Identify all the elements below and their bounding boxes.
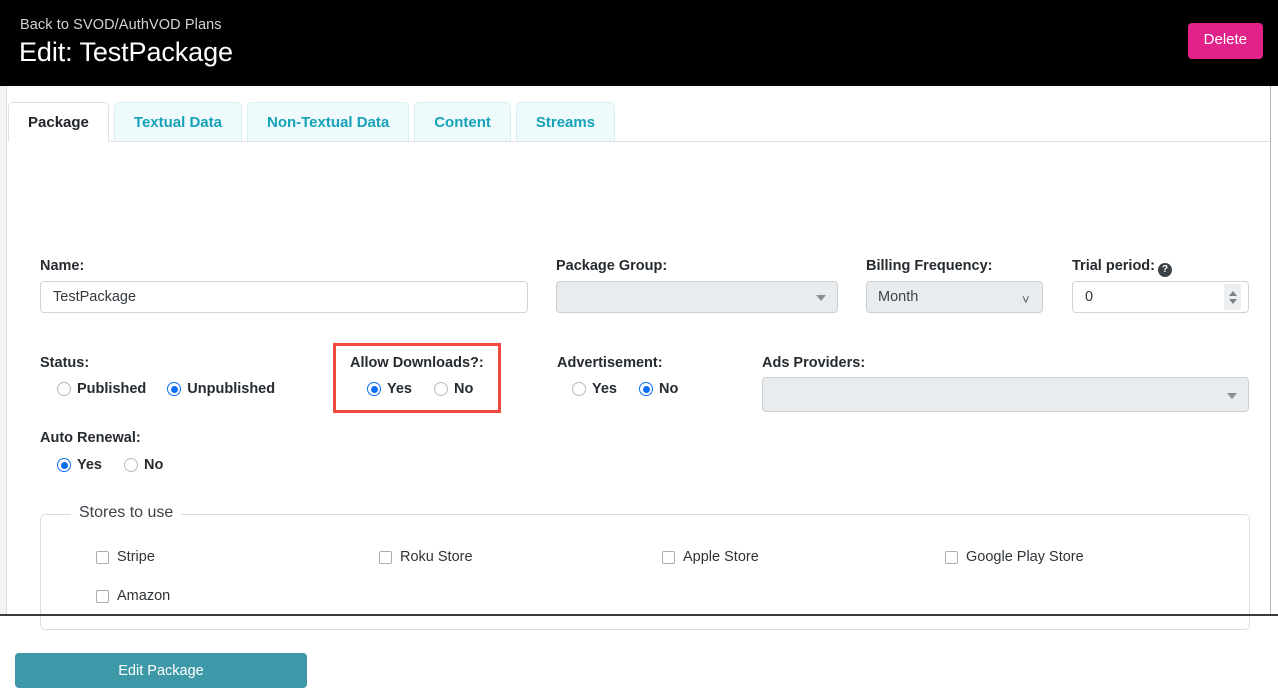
radio-icon[interactable] (434, 382, 448, 396)
status-option-unpublished[interactable]: Unpublished (167, 381, 275, 397)
store-checkbox-amazon[interactable]: Amazon (96, 588, 170, 604)
package-group-select[interactable] (556, 281, 838, 313)
page-title: Edit: TestPackage (19, 37, 233, 67)
auto-renewal-option-yes[interactable]: Yes (57, 457, 102, 473)
auto-renewal-radio-group: Yes No (57, 457, 163, 473)
stores-to-use-legend: Stores to use (71, 504, 182, 522)
store-label: Stripe (117, 549, 155, 565)
store-label: Amazon (117, 588, 171, 604)
name-input[interactable] (40, 281, 528, 313)
status-radio-group: Published Unpublished (57, 381, 275, 397)
chevron-up-icon[interactable] (1228, 290, 1237, 296)
trial-period-label-text: Trial period: (1072, 258, 1155, 274)
allow-downloads-highlight (333, 343, 501, 413)
tab-content[interactable]: Content (414, 102, 511, 142)
ads-providers-select[interactable] (762, 377, 1249, 412)
tab-textual-data[interactable]: Textual Data (113, 102, 242, 142)
trial-period-value: 0 (1085, 289, 1094, 305)
allow-downloads-radio-group: Yes No (367, 381, 473, 397)
radio-icon[interactable] (57, 382, 71, 396)
trial-period-label: Trial period:? (1072, 258, 1172, 277)
package-group-label: Package Group: (556, 258, 668, 274)
checkbox-icon[interactable] (662, 550, 675, 564)
auto-renewal-option-label: Yes (77, 457, 102, 473)
allow-downloads-label: Allow Downloads?: (350, 355, 484, 371)
delete-button[interactable]: Delete (1187, 23, 1263, 59)
chevron-down-icon (1227, 392, 1237, 399)
advertisement-label: Advertisement: (557, 355, 663, 371)
tab-package[interactable]: Package (8, 102, 109, 142)
status-option-published[interactable]: Published (57, 381, 146, 397)
radio-icon-selected[interactable] (367, 382, 381, 396)
store-checkbox-stripe[interactable]: Stripe (96, 549, 155, 565)
billing-frequency-label: Billing Frequency: (866, 258, 993, 274)
tab-bar: Package Textual Data Non-Textual Data Co… (8, 102, 616, 142)
question-circle-icon[interactable]: ? (1158, 263, 1172, 277)
panel-right-edge (1270, 86, 1271, 616)
trial-period-stepper[interactable] (1224, 284, 1241, 310)
store-label: Apple Store (683, 549, 759, 565)
advertisement-option-label: Yes (592, 381, 617, 397)
allow-downloads-option-label: Yes (387, 381, 412, 397)
advertisement-radio-group: Yes No (572, 381, 678, 397)
radio-icon-selected[interactable] (639, 382, 653, 396)
advertisement-option-yes[interactable]: Yes (572, 381, 617, 397)
stores-to-use-fieldset: Stores to use Stripe Roku Store Apple St… (40, 504, 1250, 630)
advertisement-option-no[interactable]: No (639, 381, 678, 397)
store-checkbox-apple-store[interactable]: Apple Store (662, 549, 759, 565)
ads-providers-label: Ads Providers: (762, 355, 866, 371)
tab-streams[interactable]: Streams (515, 102, 616, 142)
trial-period-input[interactable]: 0 (1072, 281, 1249, 313)
allow-downloads-option-label: No (454, 381, 474, 397)
advertisement-option-label: No (659, 381, 679, 397)
package-form: Name: Package Group: Billing Frequency: … (0, 142, 1270, 688)
edit-package-button[interactable]: Edit Package (15, 653, 307, 688)
name-label: Name: (40, 258, 85, 274)
page-header: Back to SVOD/AuthVOD Plans Edit: TestPac… (0, 0, 1278, 86)
back-link[interactable]: Back to SVOD/AuthVOD Plans (20, 17, 222, 33)
allow-downloads-option-yes[interactable]: Yes (367, 381, 412, 397)
checkbox-icon[interactable] (945, 550, 958, 564)
checkbox-icon[interactable] (96, 550, 109, 564)
radio-icon-selected[interactable] (57, 458, 71, 472)
auto-renewal-option-no[interactable]: No (124, 457, 163, 473)
tab-non-textual-data[interactable]: Non-Textual Data (246, 102, 410, 142)
store-checkbox-roku-store[interactable]: Roku Store (379, 549, 473, 565)
store-label: Google Play Store (966, 549, 1084, 565)
status-label: Status: (40, 355, 90, 371)
auto-renewal-option-label: No (144, 457, 164, 473)
radio-icon-selected[interactable] (167, 382, 182, 396)
status-option-label: Published (77, 381, 147, 397)
radio-icon[interactable] (572, 382, 586, 396)
auto-renewal-label: Auto Renewal: (40, 430, 141, 446)
billing-frequency-select[interactable]: Month (866, 281, 1043, 313)
content-panel: Package Textual Data Non-Textual Data Co… (0, 86, 1278, 688)
checkbox-icon[interactable] (379, 550, 392, 564)
chevron-down-icon (816, 295, 826, 301)
store-label: Roku Store (400, 549, 473, 565)
checkbox-icon[interactable] (96, 589, 109, 603)
store-checkbox-google-play-store[interactable]: Google Play Store (945, 549, 1084, 565)
chevron-down-icon[interactable] (1228, 298, 1237, 304)
status-option-label: Unpublished (187, 381, 276, 397)
allow-downloads-option-no[interactable]: No (434, 381, 473, 397)
radio-icon[interactable] (124, 458, 138, 472)
